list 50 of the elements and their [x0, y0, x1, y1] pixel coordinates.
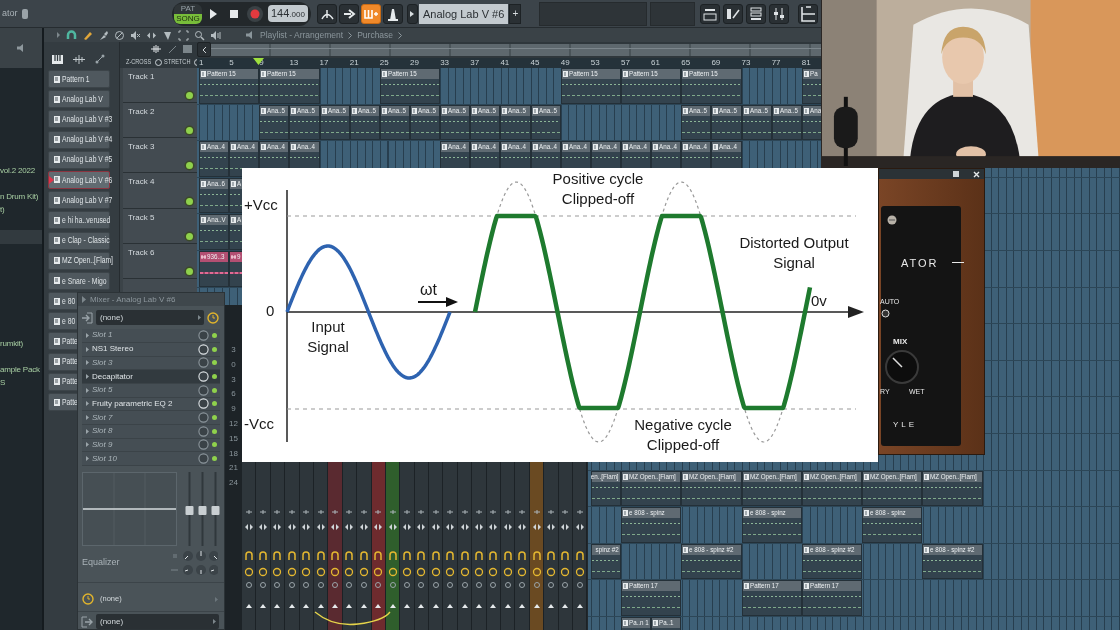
meter-scale-label: 6	[230, 388, 237, 401]
bar-number: 61	[651, 58, 660, 68]
bar-number: 73	[741, 58, 751, 68]
track-name: Track 4	[128, 176, 156, 189]
bar-number: 29	[410, 58, 419, 68]
bar-number: 69	[711, 58, 721, 68]
meter-scale-label: 18	[228, 447, 239, 460]
tempo-value: 144	[271, 6, 290, 21]
meter-scale-label: 3	[230, 344, 237, 356]
bar-number: 65	[681, 58, 691, 68]
signal-label: Input Signal	[306, 317, 350, 356]
bar-number: 13	[289, 58, 299, 68]
plugin-name: ATOR	[901, 256, 939, 271]
section-label: Equalizer	[82, 556, 120, 570]
bar-number: 81	[801, 58, 811, 68]
panel-label: ator	[2, 6, 18, 20]
track-name: Track 2	[128, 106, 156, 119]
meter-scale-label: 15	[228, 432, 239, 445]
meter-scale-label: 0	[230, 358, 237, 371]
meter-scale-label: 12	[228, 418, 239, 430]
bar-number: 53	[590, 58, 600, 68]
axis-label: 0v	[811, 291, 827, 311]
bar-number: 25	[379, 58, 389, 68]
axis-label: -Vcc	[244, 414, 274, 434]
window-title: Mixer - Analog Lab V #6	[90, 293, 176, 306]
bar-number: 41	[500, 58, 510, 68]
bar-number: 77	[771, 58, 781, 68]
axis-label: ωt	[420, 280, 437, 300]
meter-scale-label: 9	[230, 403, 237, 416]
track-name: Track 1	[128, 71, 156, 83]
bar-number: 37	[470, 58, 480, 68]
track-name: Track 6	[128, 246, 156, 259]
control-label: MIX	[893, 336, 908, 348]
bar-number: 1	[199, 58, 204, 68]
meter-scale-label: 24	[228, 477, 239, 490]
tempo-decimals: .000	[289, 10, 305, 21]
axis-label: +Vcc	[244, 195, 278, 215]
bar-number: 45	[530, 58, 540, 68]
bar-number: 5	[229, 58, 234, 68]
axis-label: 0	[266, 301, 275, 321]
bar-number: 21	[349, 58, 359, 68]
track-name: Track 3	[128, 141, 156, 154]
bar-number: 33	[440, 58, 450, 68]
meter-scale-label: 3	[230, 373, 237, 386]
meter-scale-label: 21	[228, 462, 239, 475]
bar-number: 57	[620, 58, 630, 68]
track-name: Track 5	[128, 211, 156, 224]
bar-number: 17	[319, 58, 329, 68]
bar-number: 49	[560, 58, 570, 68]
plugin-brand: YLE	[893, 419, 918, 431]
